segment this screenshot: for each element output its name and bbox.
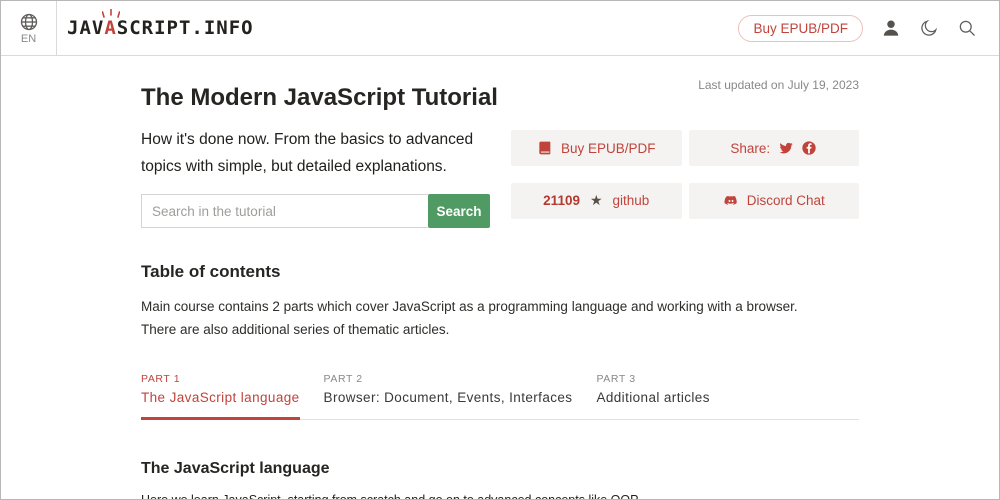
- tab-part-1-eyebrow: PART 1: [141, 373, 300, 385]
- parts-tabs: PART 1 The JavaScript language PART 2 Br…: [141, 373, 859, 420]
- section-paragraph-1: Here we learn JavaScript, starting from …: [141, 491, 821, 500]
- header: EN JAVASCRIPT.INFO Buy EPUB/PDF: [1, 1, 999, 56]
- language-label: EN: [21, 33, 36, 45]
- buy-epub-button[interactable]: Buy EPUB/PDF: [511, 130, 682, 166]
- github-star-count: 21109: [543, 193, 580, 208]
- book-icon: [537, 140, 553, 156]
- share-icons: [778, 140, 817, 156]
- search-form: Search: [141, 194, 493, 228]
- antenna-rays-icon: [102, 9, 120, 18]
- search-button[interactable]: Search: [428, 194, 490, 228]
- header-actions: Buy EPUB/PDF: [738, 1, 999, 55]
- discord-icon: [723, 193, 739, 209]
- account-icon[interactable]: [881, 18, 901, 38]
- page-title: The Modern JavaScript Tutorial: [141, 84, 498, 112]
- header-buy-epub-button[interactable]: Buy EPUB/PDF: [738, 15, 863, 42]
- discord-button[interactable]: Discord Chat: [689, 183, 860, 219]
- github-label: github: [613, 193, 650, 208]
- tab-part-2-eyebrow: PART 2: [324, 373, 573, 385]
- site-logo[interactable]: JAVASCRIPT.INFO: [57, 1, 254, 55]
- tab-part-1-label: The JavaScript language: [141, 390, 300, 405]
- tab-part-2[interactable]: PART 2 Browser: Document, Events, Interf…: [324, 373, 573, 420]
- toc-heading: Table of contents: [141, 262, 859, 282]
- toc-description: Main course contains 2 parts which cover…: [141, 296, 811, 341]
- share-button[interactable]: Share:: [689, 130, 860, 166]
- share-label: Share:: [730, 141, 770, 156]
- facebook-icon[interactable]: [801, 140, 817, 156]
- hero-subtitle: How it's done now. From the basics to ad…: [141, 126, 493, 180]
- title-row: The Modern JavaScript Tutorial Last upda…: [141, 78, 859, 112]
- dark-theme-toggle-icon[interactable]: [919, 18, 939, 38]
- header-search-icon[interactable]: [957, 18, 977, 38]
- logo-text-pre: JAV: [67, 17, 104, 39]
- twitter-icon[interactable]: [778, 140, 794, 156]
- main-content: The Modern JavaScript Tutorial Last upda…: [1, 56, 999, 500]
- discord-label: Discord Chat: [747, 193, 825, 208]
- hero-left: How it's done now. From the basics to ad…: [141, 126, 493, 228]
- globe-icon: [19, 12, 39, 32]
- page-frame: EN JAVASCRIPT.INFO Buy EPUB/PDF The Mode…: [0, 0, 1000, 500]
- section-heading: The JavaScript language: [141, 460, 859, 478]
- hero-row: How it's done now. From the basics to ad…: [141, 126, 859, 228]
- github-button[interactable]: 21109 ★ github: [511, 183, 682, 219]
- tab-part-1[interactable]: PART 1 The JavaScript language: [141, 373, 300, 420]
- logo-antenna-a: A: [104, 17, 116, 39]
- logo-text-post: SCRIPT.INFO: [117, 17, 254, 39]
- star-icon: ★: [590, 192, 603, 209]
- tab-part-2-label: Browser: Document, Events, Interfaces: [324, 390, 573, 405]
- search-input[interactable]: [141, 194, 428, 228]
- tab-part-3[interactable]: PART 3 Additional articles: [596, 373, 709, 420]
- buy-epub-label: Buy EPUB/PDF: [561, 141, 656, 156]
- last-updated-text: Last updated on July 19, 2023: [698, 78, 859, 92]
- language-switcher[interactable]: EN: [1, 1, 57, 55]
- tab-part-3-eyebrow: PART 3: [596, 373, 709, 385]
- tab-part-3-label: Additional articles: [596, 390, 709, 405]
- action-buttons-grid: Buy EPUB/PDF Share: 211: [511, 130, 859, 228]
